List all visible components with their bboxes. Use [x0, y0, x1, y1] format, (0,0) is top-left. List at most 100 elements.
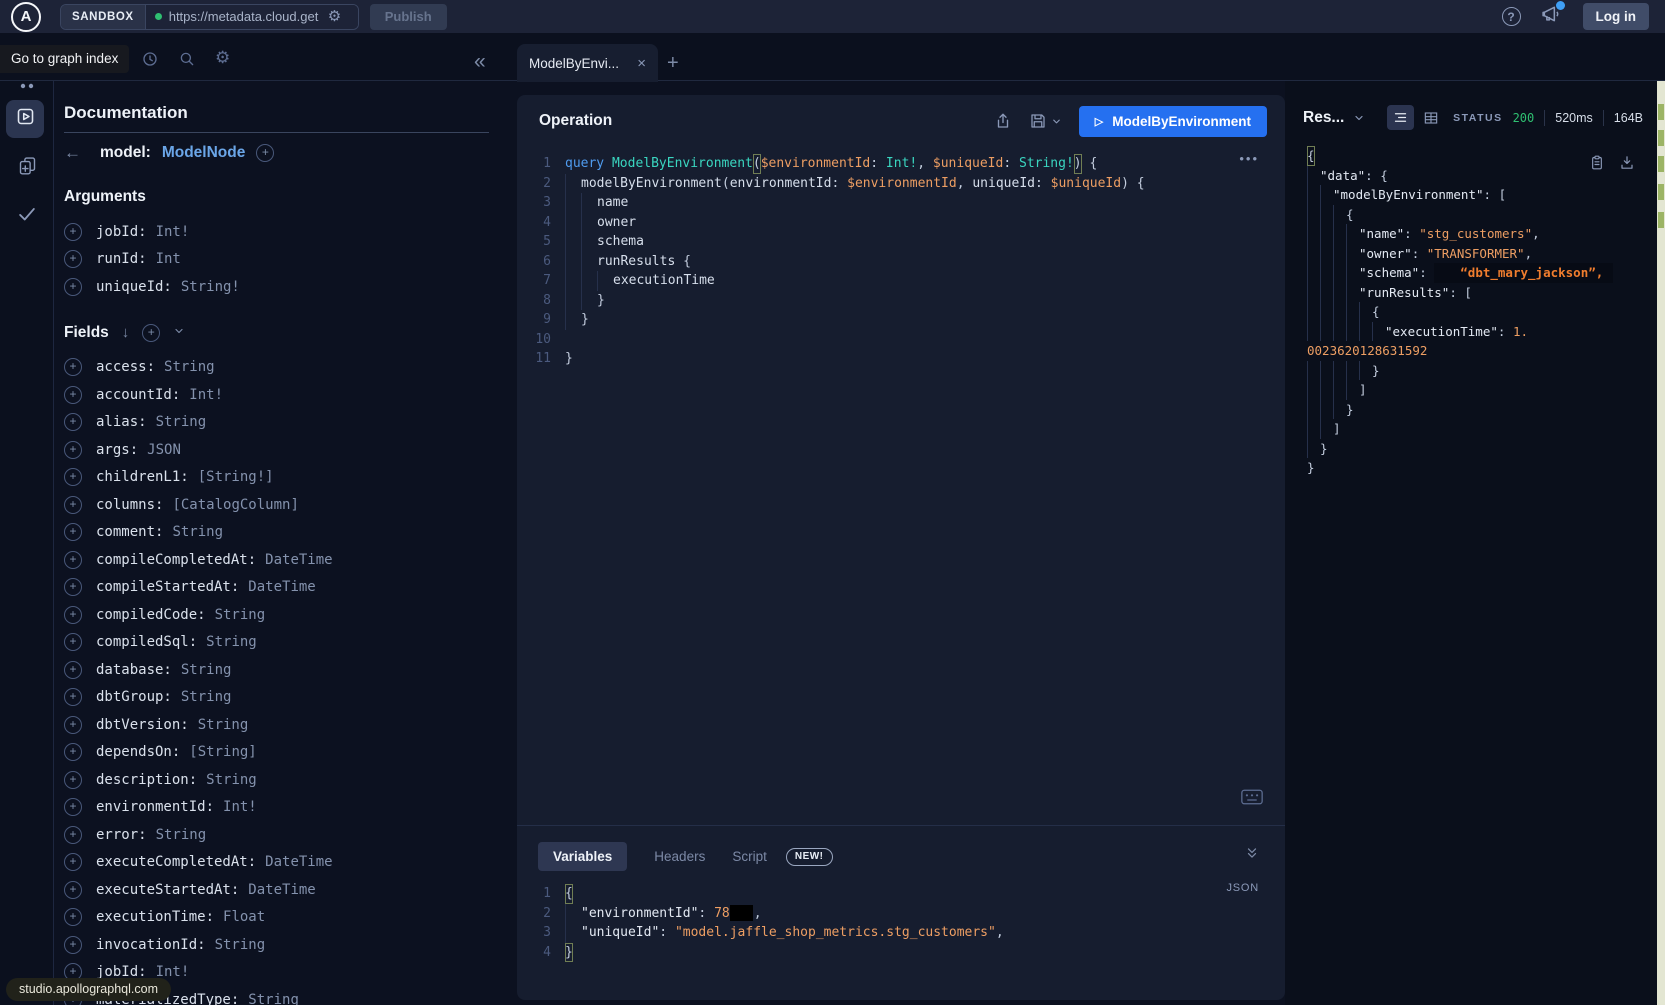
field-type: String — [156, 827, 207, 843]
collapse-panel-icon[interactable]: « — [474, 51, 486, 72]
tab-headers[interactable]: Headers — [654, 849, 705, 864]
code-line: "modelByEnvironment": [ — [1307, 185, 1657, 205]
add-field-button[interactable]: + — [64, 881, 82, 899]
run-operation-button[interactable]: ▷ ModelByEnvironment — [1079, 106, 1267, 137]
add-all-fields-button[interactable]: + — [142, 324, 160, 342]
fields-chevron-down-icon[interactable] — [173, 324, 185, 342]
add-field-button[interactable]: + — [64, 496, 82, 514]
add-field-button[interactable]: + — [64, 908, 82, 926]
apollo-studio-screen: A SANDBOX https://metadata.cloud.get ⚙ P… — [0, 0, 1665, 1005]
field-name: executeCompletedAt: — [96, 854, 256, 870]
field-type: DateTime — [248, 882, 315, 898]
publish-button[interactable]: Publish — [370, 4, 447, 30]
endpoint-url-group: SANDBOX https://metadata.cloud.get ⚙ — [60, 4, 359, 30]
back-arrow-icon[interactable]: ← — [64, 143, 81, 163]
response-time: 520ms — [1555, 111, 1593, 125]
doc-field-row: +dependsOn:[String] — [64, 739, 517, 767]
sidebar-item-checks[interactable] — [0, 203, 54, 225]
documentation-title: Documentation — [64, 103, 517, 123]
add-field-button[interactable]: + — [64, 826, 82, 844]
field-name: jobId: — [96, 224, 147, 240]
table-view-icon[interactable] — [1423, 110, 1439, 126]
sidebar-item-schema[interactable] — [0, 155, 54, 176]
apollo-logo[interactable]: A — [0, 2, 52, 32]
response-view-toggles — [1387, 105, 1439, 130]
add-field-button[interactable]: + — [64, 688, 82, 706]
add-field-button[interactable]: + — [64, 358, 82, 376]
doc-field-row: +columns:[CatalogColumn] — [64, 491, 517, 519]
save-icon[interactable] — [1029, 112, 1047, 130]
add-field-button[interactable]: + — [64, 386, 82, 404]
field-name: environmentId: — [96, 799, 214, 815]
settings-gear-icon[interactable]: ⚙ — [215, 48, 230, 68]
sort-fields-icon[interactable]: ↓ — [122, 324, 130, 341]
tab-script[interactable]: Script — [732, 849, 767, 864]
field-type: String — [206, 634, 257, 650]
code-line: { — [1307, 302, 1657, 322]
field-type: [String!] — [198, 469, 274, 485]
field-type: [CatalogColumn] — [172, 497, 298, 513]
search-icon[interactable] — [178, 50, 196, 73]
connection-settings-gear-icon[interactable]: ⚙ — [328, 9, 341, 24]
add-field-button[interactable]: + — [64, 853, 82, 871]
scrollbar[interactable] — [1657, 0, 1665, 1005]
copy-response-icon[interactable] — [1589, 154, 1605, 171]
add-field-button[interactable]: + — [64, 441, 82, 459]
add-field-button[interactable]: + — [64, 661, 82, 679]
add-field-button[interactable]: + — [64, 250, 82, 268]
variables-editor[interactable]: 1{2"environmentId": 78,3"uniqueId": "mod… — [527, 884, 1275, 962]
add-model-field-button[interactable]: + — [256, 144, 274, 162]
field-type: JSON — [147, 442, 181, 458]
response-header: Res... STATUS 200 520ms 164B — [1285, 81, 1657, 130]
add-field-button[interactable]: + — [64, 551, 82, 569]
formatted-view-icon[interactable] — [1387, 105, 1414, 130]
add-field-button[interactable]: + — [64, 936, 82, 954]
add-field-button[interactable]: + — [64, 278, 82, 296]
history-icon[interactable] — [141, 50, 159, 73]
collapse-variables-icon[interactable] — [1245, 846, 1259, 865]
field-type: Int! — [156, 224, 190, 240]
add-field-button[interactable]: + — [64, 633, 82, 651]
code-line: "name": "stg_customers", — [1307, 224, 1657, 244]
add-field-button[interactable]: + — [64, 523, 82, 541]
code-line: 3name — [527, 193, 1275, 213]
add-field-button[interactable]: + — [64, 578, 82, 596]
doc-field-row: + jobId: Int! — [64, 218, 517, 246]
new-tab-icon[interactable]: + — [667, 53, 679, 73]
field-name: comment: — [96, 524, 163, 540]
connection-status-dot — [155, 13, 162, 20]
endpoint-url-text: https://metadata.cloud.get — [169, 9, 321, 24]
add-field-button[interactable]: + — [64, 743, 82, 761]
sidebar-item-explorer[interactable] — [6, 100, 44, 138]
add-field-button[interactable]: + — [64, 716, 82, 734]
field-type: String — [181, 662, 232, 678]
response-chevron-down-icon[interactable] — [1353, 112, 1365, 124]
add-field-button[interactable]: + — [64, 223, 82, 241]
code-line: 0023620128631592 — [1307, 341, 1657, 361]
download-response-icon[interactable] — [1619, 154, 1635, 171]
add-field-button[interactable]: + — [64, 413, 82, 431]
field-type: String — [164, 359, 215, 375]
field-name: dbtGroup: — [96, 689, 172, 705]
code-line: 10 — [527, 330, 1275, 350]
arguments-list: +jobId:Int!+runId:Int+uniqueId:String! — [64, 218, 517, 301]
model-type-link[interactable]: ModelNode — [162, 144, 246, 162]
add-field-button[interactable]: + — [64, 468, 82, 486]
add-field-button[interactable]: + — [64, 606, 82, 624]
close-tab-icon[interactable]: × — [637, 56, 646, 71]
tab-variables[interactable]: Variables — [538, 842, 627, 871]
save-chevron-down-icon[interactable] — [1051, 116, 1062, 127]
operation-tab[interactable]: ModelByEnvi... × — [517, 44, 658, 82]
response-title[interactable]: Res... — [1303, 109, 1344, 127]
add-field-button[interactable]: + — [64, 798, 82, 816]
graphql-editor[interactable]: 1query ModelByEnvironment($environmentId… — [527, 154, 1275, 369]
endpoint-url-field[interactable]: https://metadata.cloud.get ⚙ — [146, 5, 358, 29]
field-name: childrenL1: — [96, 469, 189, 485]
add-field-button[interactable]: + — [64, 771, 82, 789]
login-button[interactable]: Log in — [1583, 3, 1650, 30]
share-icon[interactable] — [994, 112, 1012, 130]
announcements-button[interactable] — [1541, 4, 1561, 29]
code-line: "owner": "TRANSFORMER", — [1307, 244, 1657, 264]
help-icon[interactable]: ? — [1502, 7, 1521, 26]
keyboard-shortcuts-icon[interactable] — [1241, 789, 1263, 810]
